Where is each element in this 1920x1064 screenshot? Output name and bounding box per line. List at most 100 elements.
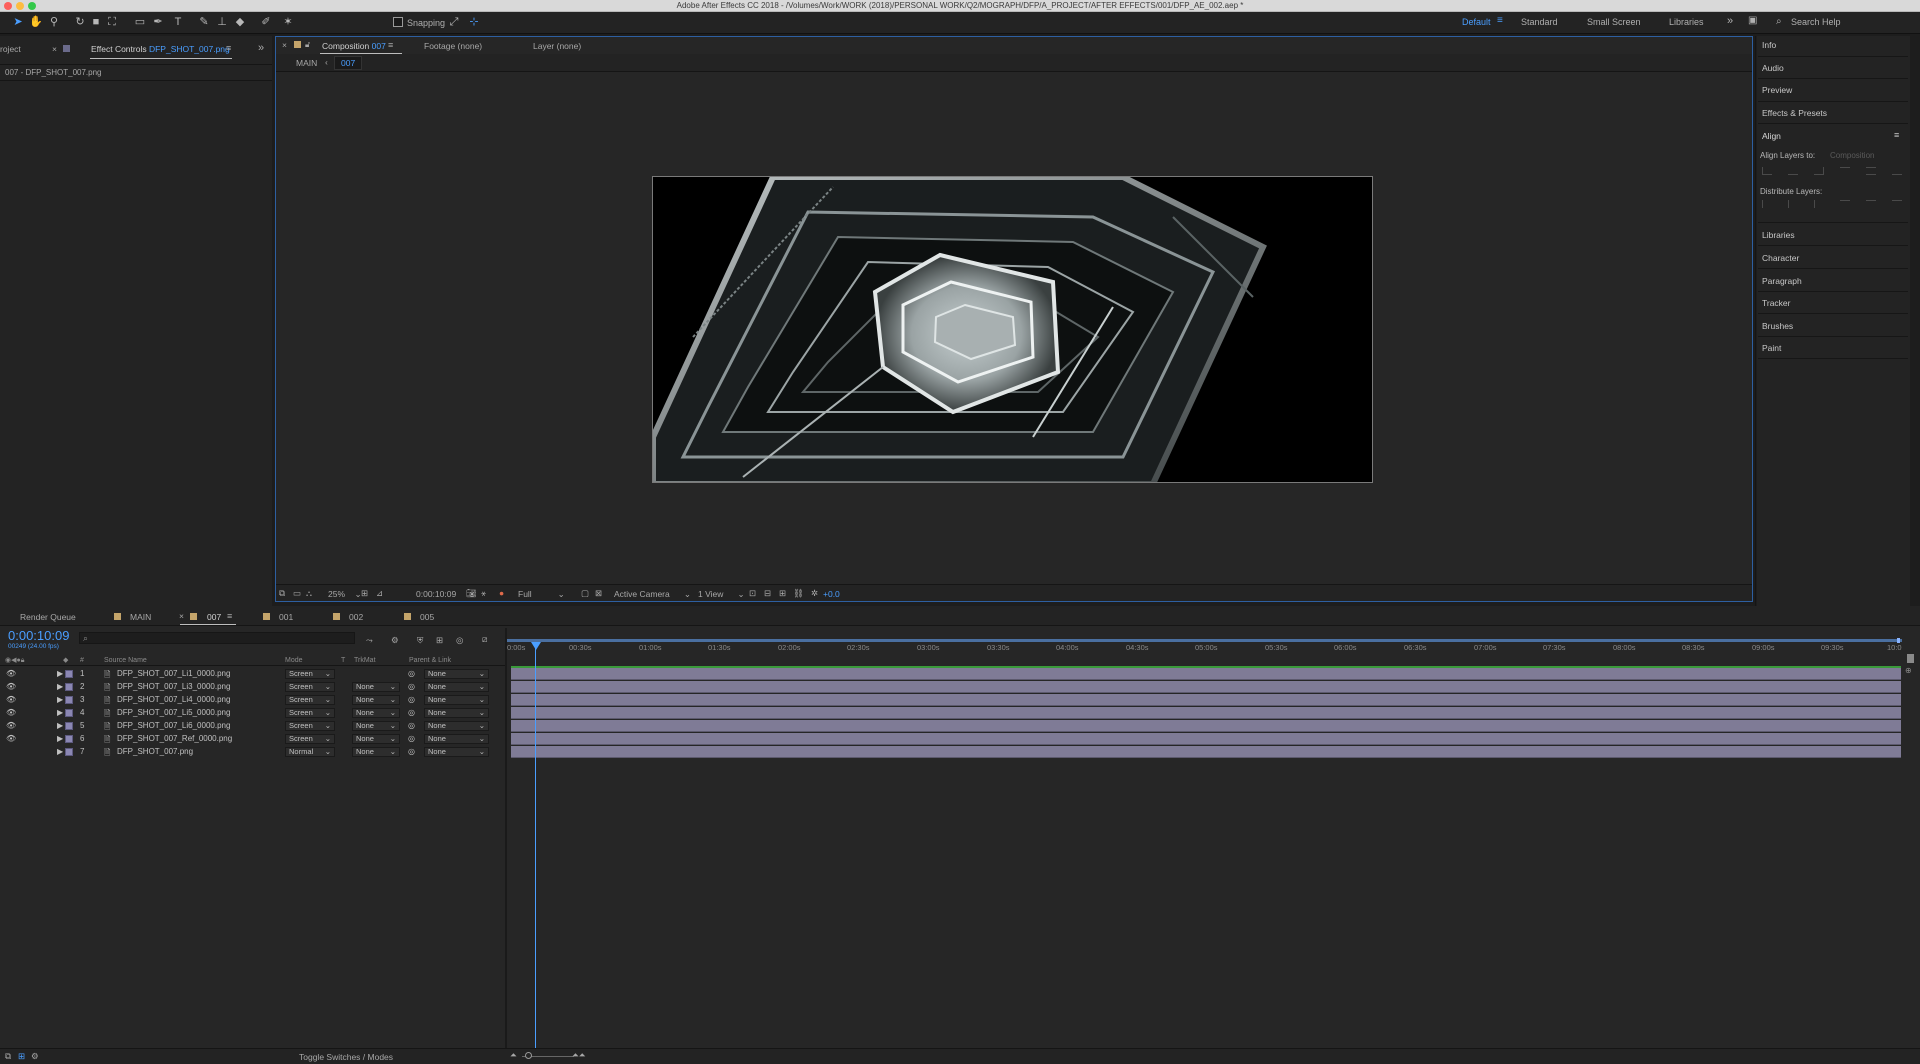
libraries-panel-header[interactable]: Libraries — [1762, 230, 1795, 240]
toggle-transparency-icon[interactable]: ⊠ — [595, 588, 602, 599]
brushes-panel-header[interactable]: Brushes — [1762, 321, 1793, 331]
footage-tab[interactable]: Footage (none) — [424, 41, 482, 51]
blend-mode-select[interactable]: Screen ⌄ — [285, 721, 335, 731]
trkmat-select[interactable]: None ⌄ — [352, 734, 400, 744]
source-name-header[interactable]: Source Name — [104, 657, 147, 664]
composition-tab[interactable]: Composition 007 — [322, 41, 386, 51]
align-bottom-icon[interactable] — [1892, 167, 1902, 175]
current-time-display[interactable]: 0:00:10:09 — [8, 628, 69, 643]
pickwhip-icon[interactable]: ◎ — [408, 747, 415, 756]
workspace-small-screen[interactable]: Small Screen — [1587, 17, 1641, 27]
toggle-switches-modes[interactable]: Toggle Switches / Modes — [299, 1052, 393, 1062]
distribute-top-icon[interactable] — [1762, 200, 1772, 208]
close-tab-icon[interactable]: × — [282, 40, 287, 50]
layer-row[interactable]: 👁︎ ▶ 5 🗎︎ DFP_SHOT_007_Li6_0000.png Scre… — [0, 720, 505, 732]
layer-search-input[interactable]: ⌕ — [79, 632, 355, 644]
align-top-icon[interactable] — [1840, 167, 1850, 175]
screen-toggle-icon[interactable]: ▣ — [1748, 15, 1757, 26]
distribute-bottom-icon[interactable] — [1814, 200, 1824, 208]
parent-select[interactable]: None ⌄ — [424, 669, 489, 679]
shy-layers-icon[interactable]: ⛨ — [417, 635, 423, 646]
align-panel-header[interactable]: Align — [1762, 131, 1781, 141]
panel-menu-icon[interactable]: ≡ — [388, 40, 393, 50]
in-out-pane-icon[interactable]: ⚙ — [31, 1051, 39, 1062]
toggle-pixel-aspect-icon[interactable]: ⊡ — [749, 588, 756, 599]
zoom-in-icon[interactable]: ⏶⏶ — [572, 1050, 586, 1061]
align-right-icon[interactable] — [1814, 167, 1824, 175]
blend-mode-select[interactable]: Screen ⌄ — [285, 695, 335, 705]
search-help-input[interactable]: Search Help — [1791, 17, 1841, 27]
time-ruler[interactable]: 0:00s 00:30s 01:00s 01:30s 02:00s 02:30s… — [507, 638, 1902, 658]
blend-mode-select[interactable]: Screen ⌄ — [285, 734, 335, 744]
project-tab[interactable]: roject — [0, 44, 21, 54]
rotate-tool-icon[interactable]: ↻ — [72, 14, 88, 30]
exposure-icon[interactable]: ✲ — [811, 588, 818, 599]
render-queue-tab[interactable]: Render Queue — [20, 612, 76, 622]
flowchart-icon[interactable]: ⛓ — [793, 588, 804, 599]
comp-marker-bin-icon[interactable]: ⊕ — [1905, 666, 1912, 675]
pickwhip-icon[interactable]: ◎ — [408, 721, 415, 730]
expand-triangle-icon[interactable]: ▶ — [57, 682, 63, 691]
type-tool-icon[interactable]: T — [170, 14, 186, 30]
zoom-out-icon[interactable]: ⏶ — [510, 1050, 517, 1061]
layer-row[interactable]: 👁︎ ▶ 1 🗎︎ DFP_SHOT_007_Li1_0000.png Scre… — [0, 668, 505, 680]
align-layers-to-dropdown[interactable]: Composition — [1830, 151, 1874, 160]
layer-duration-bar[interactable] — [511, 668, 1901, 680]
zoom-dropdown[interactable]: 25% ⌄ — [328, 589, 362, 600]
pickwhip-icon[interactable]: ◎ — [408, 669, 415, 678]
expand-triangle-icon[interactable]: ▶ — [57, 695, 63, 704]
paint-panel-header[interactable]: Paint — [1762, 343, 1781, 353]
layer-name[interactable]: DFP_SHOT_007_Li6_0000.png — [117, 721, 230, 730]
modes-pane-icon[interactable]: ⊞ — [18, 1051, 25, 1062]
comp-002-tab[interactable]: 002 — [349, 612, 363, 622]
visibility-eye-icon[interactable]: 👁︎ — [6, 695, 16, 704]
eraser-tool-icon[interactable]: ◆ — [232, 14, 248, 30]
playhead-handle-icon[interactable] — [531, 642, 541, 650]
comp-001-tab[interactable]: 001 — [279, 612, 293, 622]
layer-row[interactable]: 👁︎ ▶ 2 🗎︎ DFP_SHOT_007_Li3_0000.png Scre… — [0, 681, 505, 693]
comp-mini-flowchart-icon[interactable]: ⤳ — [366, 635, 373, 646]
pan-behind-tool-icon[interactable]: ⛶ — [104, 14, 120, 30]
layer-row[interactable]: 👁︎ ▶ 6 🗎︎ DFP_SHOT_007_Ref_0000.png Scre… — [0, 733, 505, 745]
zoom-window-button[interactable] — [28, 2, 36, 10]
align-panel-menu-icon[interactable]: ≡ — [1894, 130, 1899, 140]
breadcrumb-main[interactable]: MAIN — [296, 58, 317, 68]
paragraph-panel-header[interactable]: Paragraph — [1762, 276, 1802, 286]
pickwhip-icon[interactable]: ◎ — [408, 695, 415, 704]
roto-brush-tool-icon[interactable]: ✐ — [258, 14, 274, 30]
fast-previews-icon[interactable]: ⊟ — [764, 588, 771, 599]
pickwhip-icon[interactable]: ◎ — [408, 708, 415, 717]
panel-menu-icon[interactable]: ≡ — [227, 611, 232, 621]
snap-edges-icon[interactable]: ⤢ — [446, 14, 462, 30]
blend-mode-select[interactable]: Normal ⌄ — [285, 747, 335, 757]
close-tab-icon[interactable]: × — [179, 611, 184, 621]
snapping-checkbox[interactable] — [393, 17, 403, 27]
layer-name[interactable]: DFP_SHOT_007.png — [117, 747, 193, 756]
comp-007-tab[interactable]: 007 — [207, 612, 221, 622]
fit-icon[interactable]: ⊞ — [361, 588, 368, 599]
parent-select[interactable]: None ⌄ — [424, 695, 489, 705]
layer-row[interactable]: 👁︎ ▶ 4 🗎︎ DFP_SHOT_007_Li5_0000.png Scre… — [0, 707, 505, 719]
layer-label-color[interactable] — [65, 683, 73, 691]
blend-mode-select[interactable]: Screen ⌄ — [285, 682, 335, 692]
close-window-button[interactable] — [4, 2, 12, 10]
vr-icon[interactable]: ⛬ — [306, 588, 312, 599]
tracker-panel-header[interactable]: Tracker — [1762, 298, 1791, 308]
motion-blur-icon[interactable]: ◎ — [456, 635, 463, 646]
frame-blending-icon[interactable]: ⊞ — [436, 635, 443, 646]
zoom-slider-handle[interactable] — [525, 1052, 532, 1059]
preview-panel-header[interactable]: Preview — [1762, 85, 1792, 95]
layer-row[interactable]: ▶ 7 🗎︎ DFP_SHOT_007.png Normal ⌄ None ⌄ ◎ … — [0, 746, 505, 758]
trkmat-select[interactable]: None ⌄ — [352, 708, 400, 718]
layer-label-color[interactable] — [65, 670, 73, 678]
resolution-dropdown[interactable]: Full ⌄ — [518, 589, 565, 600]
info-panel-header[interactable]: Info — [1762, 40, 1776, 50]
pickwhip-icon[interactable]: ◎ — [408, 682, 415, 691]
snap-features-icon[interactable]: ⊹ — [466, 14, 482, 30]
align-hcenter-icon[interactable] — [1788, 167, 1798, 175]
layer-name[interactable]: DFP_SHOT_007_Ref_0000.png — [117, 734, 232, 743]
layer-name[interactable]: DFP_SHOT_007_Li3_0000.png — [117, 682, 230, 691]
parent-select[interactable]: None ⌄ — [424, 708, 489, 718]
layer-duration-bar[interactable] — [511, 720, 1901, 732]
visibility-eye-icon[interactable]: 👁︎ — [6, 669, 16, 678]
